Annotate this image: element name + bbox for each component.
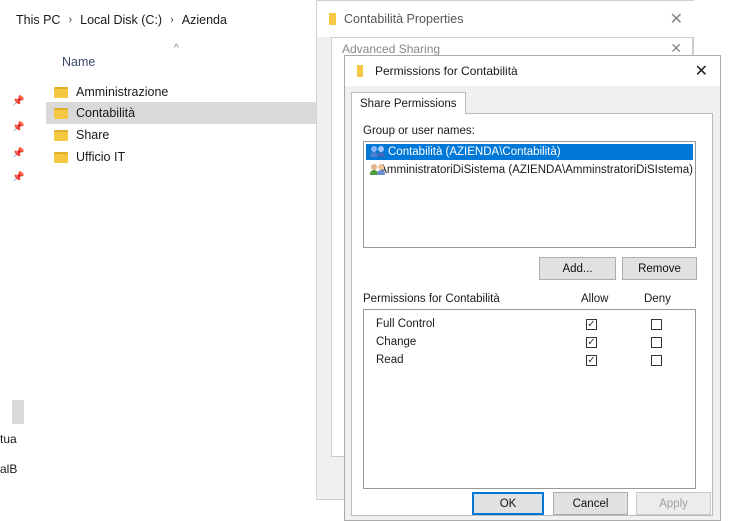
permission-read: Read [376, 354, 404, 366]
allow-header: Allow [581, 293, 609, 305]
pin-icon[interactable]: 📌 [12, 96, 24, 107]
folder-icon [329, 13, 336, 25]
allow-full-control-checkbox[interactable]: ✓ [586, 319, 597, 330]
permissions-title: Permissions for Contabilità [375, 64, 518, 78]
nav-item-label[interactable]: alB [0, 462, 17, 476]
close-icon[interactable]: ✕ [670, 9, 683, 29]
properties-titlebar: Contabilità Properties [317, 1, 695, 37]
chevron-right-icon[interactable]: › [170, 14, 174, 26]
column-header-name[interactable]: Name [62, 55, 95, 69]
properties-title: Contabilità Properties [344, 12, 464, 26]
list-item-contabilita[interactable]: Contabilità (AZIENDA\Contabilità) [366, 144, 693, 160]
sort-ascending-icon: ^ [174, 43, 179, 54]
list-item-amministratori[interactable]: AmministratoriDiSistema (AZIENDA\Amminst… [366, 162, 693, 178]
deny-read-checkbox[interactable] [651, 355, 662, 366]
folder-icon [54, 151, 68, 163]
nav-item-label[interactable]: tua [0, 432, 17, 446]
user-list[interactable]: Contabilità (AZIENDA\Contabilità) Ammini… [363, 141, 696, 248]
nav-selection-highlight [12, 400, 24, 424]
permissions-list: Full Control ✓ Change ✓ Read ✓ [363, 309, 696, 489]
breadcrumb-this-pc[interactable]: This PC [16, 13, 60, 27]
file-name: Amministrazione [76, 85, 169, 99]
advanced-sharing-title: Advanced Sharing [342, 42, 441, 56]
user-name: Contabilità (AZIENDA\Contabilità) [388, 146, 561, 158]
folder-icon [54, 107, 68, 119]
pin-icon[interactable]: 📌 [12, 148, 24, 159]
breadcrumb: This PC › Local Disk (C:) › Azienda [0, 8, 330, 32]
permissions-titlebar: Permissions for Contabilità [345, 56, 720, 86]
navigation-pane [0, 40, 32, 521]
users-icon [370, 146, 386, 158]
tab-share-permissions[interactable]: Share Permissions [351, 92, 466, 114]
file-row-ufficio-it[interactable]: Ufficio IT [46, 146, 330, 168]
allow-read-checkbox[interactable]: ✓ [586, 355, 597, 366]
breadcrumb-local-disk[interactable]: Local Disk (C:) [80, 13, 162, 27]
pin-icon[interactable]: 📌 [12, 122, 24, 133]
permissions-dialog: Permissions for Contabilità ✕ Share Perm… [344, 55, 721, 521]
group-or-user-names-label: Group or user names: [363, 125, 475, 137]
ok-button[interactable]: OK [472, 492, 544, 515]
folder-icon [54, 86, 68, 98]
file-name: Share [76, 128, 110, 142]
permission-change: Change [376, 336, 417, 348]
file-explorer-window: This PC › Local Disk (C:) › Azienda 📌 📌 … [0, 0, 330, 521]
file-row-amministrazione[interactable]: Amministrazione [46, 81, 330, 103]
allow-change-checkbox[interactable]: ✓ [586, 337, 597, 348]
pin-icon[interactable]: 📌 [12, 172, 24, 183]
file-row-contabilita[interactable]: Contabilità [46, 102, 330, 124]
permissions-header: Permissions for Contabilità [363, 293, 500, 305]
file-row-share[interactable]: Share [46, 124, 330, 146]
file-name: Ufficio IT [76, 150, 126, 164]
user-name: AmministratoriDiSistema (AZIENDA\Amminst… [379, 164, 693, 176]
add-button[interactable]: Add... [539, 257, 616, 280]
file-name: Contabilità [76, 106, 136, 120]
remove-button[interactable]: Remove [622, 257, 697, 280]
permission-full-control: Full Control [376, 318, 435, 330]
apply-button[interactable]: Apply [636, 492, 711, 515]
users-icon [370, 164, 385, 176]
deny-header: Deny [644, 293, 671, 305]
folder-icon [357, 65, 363, 77]
cancel-button[interactable]: Cancel [553, 492, 628, 515]
folder-icon [54, 129, 68, 141]
deny-change-checkbox[interactable] [651, 337, 662, 348]
breadcrumb-azienda[interactable]: Azienda [182, 13, 227, 27]
chevron-right-icon[interactable]: › [68, 14, 72, 26]
close-icon[interactable]: ✕ [695, 61, 708, 81]
deny-full-control-checkbox[interactable] [651, 319, 662, 330]
